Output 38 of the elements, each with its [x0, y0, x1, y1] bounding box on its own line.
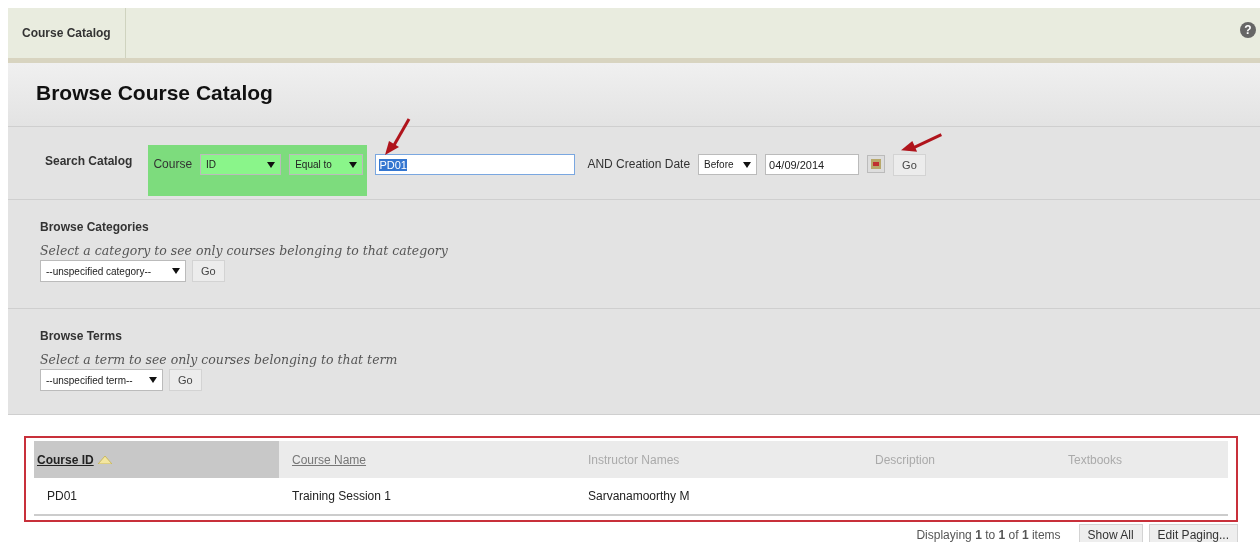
section-title: Browse Terms: [40, 329, 123, 343]
date-label: AND Creation Date: [587, 156, 691, 173]
go-button[interactable]: Go: [893, 154, 926, 176]
field-select[interactable]: ID: [200, 154, 282, 175]
caret-icon: [172, 268, 180, 274]
course-catalog-tab[interactable]: Course Catalog: [8, 8, 126, 58]
column-header[interactable]: Course ID: [34, 441, 279, 478]
section-hint: Select a category to see only courses belonging to that category: [40, 243, 449, 258]
operator-select[interactable]: Equal to: [289, 154, 364, 175]
table-cell-text: PD01: [46, 488, 79, 505]
paging-button[interactable]: Show All: [1078, 524, 1143, 542]
caret-icon: [349, 161, 358, 168]
date-operator-select[interactable]: Before: [698, 154, 758, 175]
caret-icon: [743, 161, 752, 168]
column-header: Textbooks: [1067, 451, 1124, 469]
caret-icon: [267, 161, 276, 168]
search-label: Search Catalog: [45, 153, 133, 168]
table-cell-text: Training Session 1: [291, 488, 392, 505]
section-title: Browse Categories: [40, 220, 150, 234]
help-icon[interactable]: ?: [1240, 22, 1256, 38]
filter-select[interactable]: --unspecified term--: [40, 369, 163, 391]
search-field[interactable]: PD01: [375, 154, 576, 175]
section-hint: Select a term to see only courses belonging to that term: [40, 352, 399, 367]
filter-select[interactable]: --unspecified category--: [40, 260, 186, 282]
column-header[interactable]: Course Name: [279, 441, 575, 478]
page-title: Browse Course Catalog: [8, 63, 1260, 127]
field-label: Course: [153, 156, 193, 171]
caret-icon: [149, 377, 157, 383]
date-field[interactable]: 04/09/2014: [765, 154, 860, 175]
column-header: Description: [874, 451, 937, 469]
paging-status: Displaying 1 to 1 of 1 items: [916, 528, 1061, 542]
paging-button[interactable]: Edit Paging...: [1148, 524, 1238, 542]
go-button[interactable]: Go: [192, 260, 225, 282]
column-header: Instructor Names: [587, 451, 681, 469]
sort-ascending-icon: [97, 455, 112, 464]
calendar-icon[interactable]: [867, 155, 886, 173]
table-cell-text: Sarvanamoorthy M: [587, 488, 691, 505]
go-button[interactable]: Go: [169, 369, 202, 391]
